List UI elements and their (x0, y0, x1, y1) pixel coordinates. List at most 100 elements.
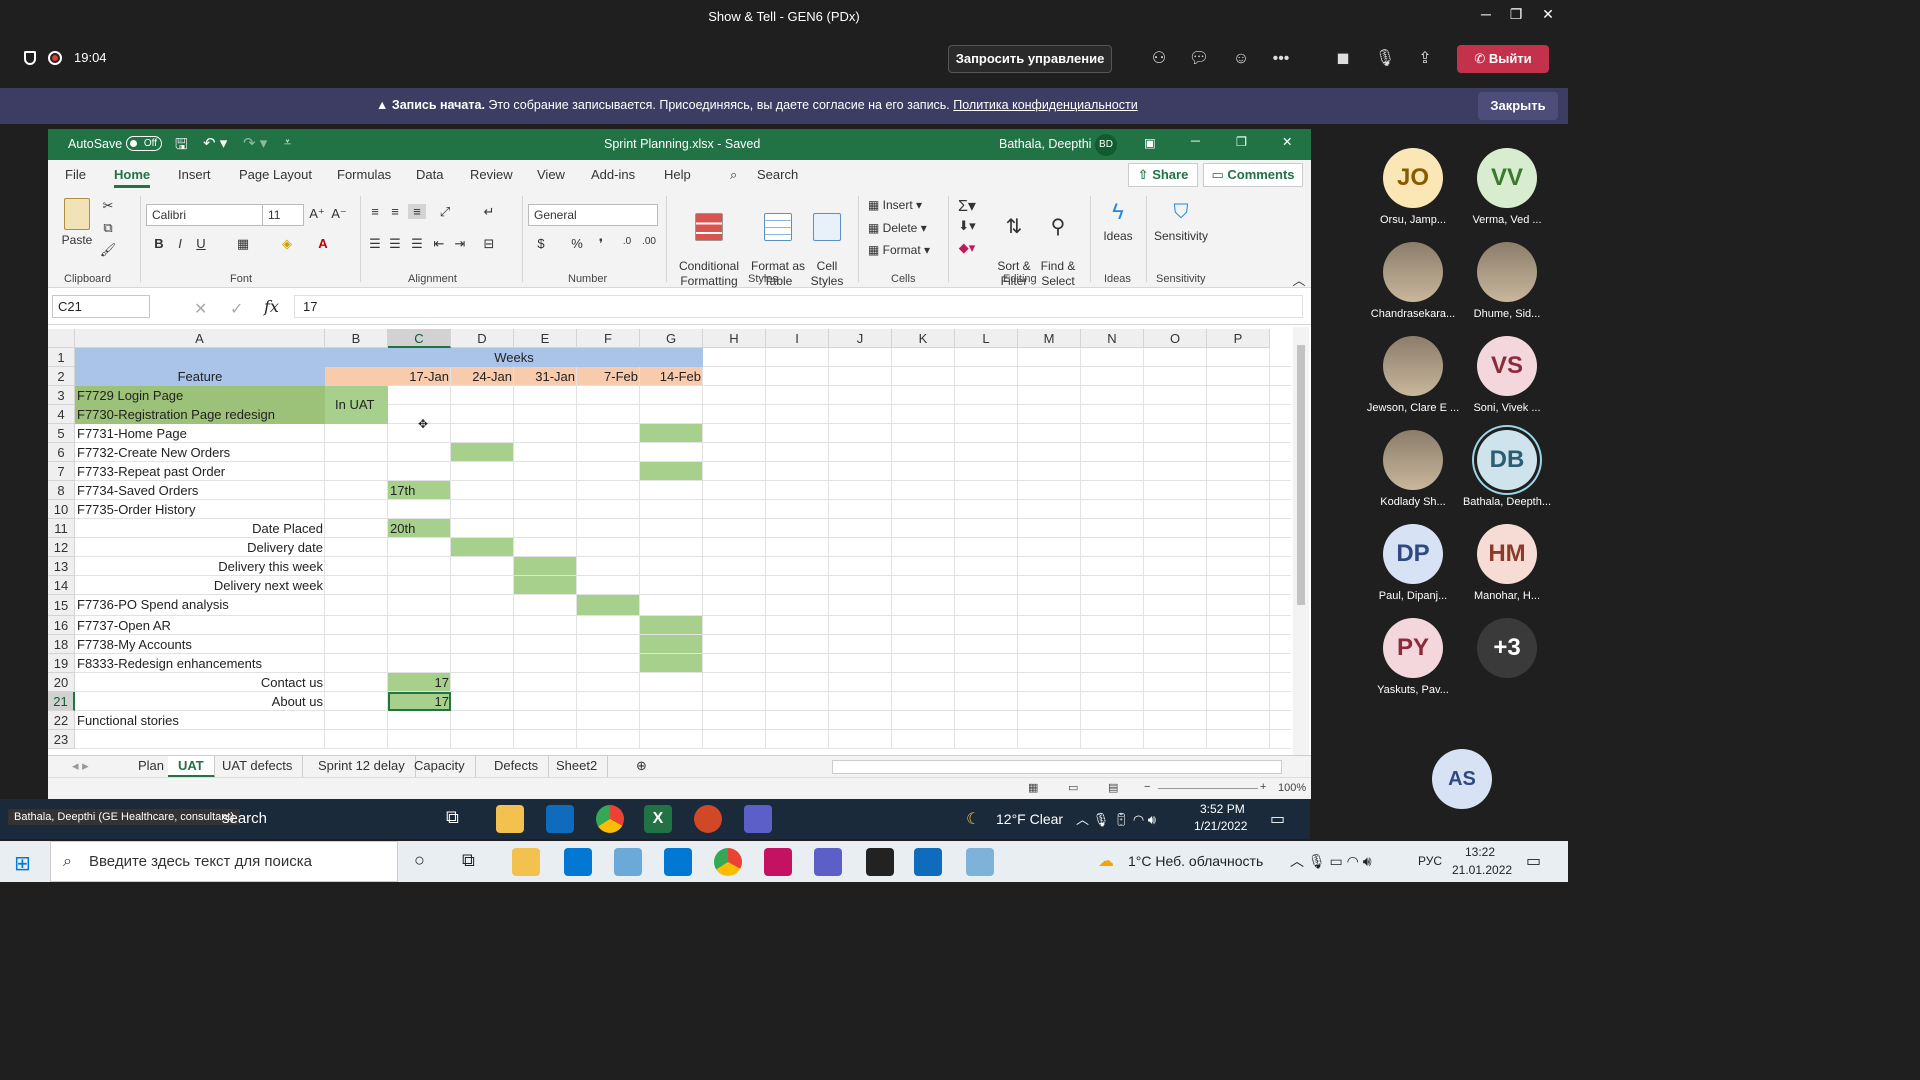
cell-e22[interactable] (514, 711, 577, 730)
cell-f15[interactable] (577, 595, 640, 616)
cell-b5[interactable] (325, 424, 388, 443)
font-color-icon[interactable]: A (314, 236, 332, 251)
decrease-font-icon[interactable]: A⁻ (330, 206, 348, 222)
cell-b16[interactable] (325, 616, 388, 635)
customize-qat-icon[interactable]: ⩡ (284, 135, 291, 150)
row-header[interactable]: 7 (48, 462, 75, 481)
conditional-formatting-button[interactable]: Conditional Formatting (674, 198, 744, 289)
row-header[interactable]: 3 (48, 386, 75, 405)
tab-add-ins[interactable]: Add-ins (591, 167, 635, 182)
participant-tile[interactable]: VS Soni, Vivek ... (1460, 336, 1554, 414)
row-header[interactable]: 14 (48, 576, 75, 595)
cell-d5[interactable] (451, 424, 514, 443)
cell-d22[interactable] (451, 711, 514, 730)
cell-f4[interactable] (577, 405, 640, 424)
cell-b23[interactable] (325, 730, 388, 749)
windows-start-icon[interactable]: ⊞ (14, 851, 31, 876)
font-size-combo[interactable]: 11 (262, 204, 304, 226)
tab-file[interactable]: File (65, 167, 86, 182)
decrease-indent-icon[interactable]: ⇤ (430, 236, 448, 252)
cell-a5[interactable]: F7731-Home Page (75, 424, 325, 443)
delete-cells-button[interactable]: ▦ Delete ▾ (868, 221, 927, 236)
column-header[interactable]: J (829, 329, 892, 348)
insert-function-icon[interactable]: fx (264, 297, 279, 316)
cell-g23[interactable] (640, 730, 703, 749)
cell-c13[interactable] (388, 557, 451, 576)
sensitivity-button[interactable]: ⛉ Sensitivity (1150, 198, 1212, 244)
notifications-icon[interactable]: ▭ (1526, 851, 1541, 871)
cell-d12[interactable] (451, 538, 514, 557)
shared-date[interactable]: 1/21/2022 (1194, 819, 1247, 833)
file-explorer-icon[interactable] (496, 805, 524, 833)
cell-f6[interactable] (577, 443, 640, 462)
prev-sheet-icon[interactable]: ◂ ▸ (62, 756, 99, 778)
name-box[interactable]: C21 (52, 295, 150, 318)
cell-f2[interactable]: 7-Feb (577, 367, 640, 386)
column-header[interactable]: F (577, 329, 640, 348)
cell-b6[interactable] (325, 443, 388, 462)
find-select-button[interactable]: ⚲ Find & Select (1036, 198, 1080, 289)
column-header[interactable]: M (1018, 329, 1081, 348)
ribbon-display-icon[interactable]: ▣ (1144, 135, 1156, 150)
chrome-icon[interactable] (596, 805, 624, 833)
cell-a1[interactable] (75, 348, 325, 367)
cell-a22[interactable]: Functional stories (75, 711, 325, 730)
participant-tile[interactable]: PY Yaskuts, Pav... (1366, 618, 1460, 696)
bold-icon[interactable]: B (150, 236, 168, 251)
cell-a21[interactable]: About us (75, 692, 325, 711)
row-header[interactable]: 2 (48, 367, 75, 386)
zoom-level[interactable]: 100% (1278, 782, 1306, 794)
cell-e12[interactable] (514, 538, 577, 557)
cell-a19[interactable]: F8333-Redesign enhancements (75, 654, 325, 673)
number-format-combo[interactable]: General (528, 204, 658, 226)
cell-d16[interactable] (451, 616, 514, 635)
shared-weather[interactable]: 12°F Clear (996, 811, 1063, 827)
participant-tile[interactable]: JO Orsu, Jamp... (1366, 148, 1460, 226)
cell-f8[interactable] (577, 481, 640, 500)
row-header[interactable]: 20 (48, 673, 75, 692)
sheet-tab[interactable]: UAT (168, 756, 215, 778)
os-weather[interactable]: 1°C Неб. облачность (1128, 853, 1263, 869)
cell-b22[interactable] (325, 711, 388, 730)
worksheet-grid[interactable]: A B C D E F G H I J K L M N O P 1 Weeks 2 Feature 17-Jan 24-J… (48, 325, 1291, 755)
autosave-toggle[interactable]: Off (126, 136, 162, 151)
user-name[interactable]: Bathala, Deepthi (999, 137, 1091, 151)
cell-g21[interactable] (640, 692, 703, 711)
cell-e11[interactable] (514, 519, 577, 538)
insert-cells-button[interactable]: ▦ Insert ▾ (868, 198, 922, 213)
cell-b13[interactable] (325, 557, 388, 576)
ideas-button[interactable]: ϟ Ideas (1098, 198, 1138, 244)
cell-c18[interactable] (388, 635, 451, 654)
user-avatar[interactable]: BD (1095, 134, 1117, 156)
cell-e14[interactable] (514, 576, 577, 595)
cell-b21[interactable] (325, 692, 388, 711)
cell-c21[interactable]: 17 (388, 692, 451, 711)
column-header[interactable]: E (514, 329, 577, 348)
cell-g6[interactable] (640, 443, 703, 462)
collapse-ribbon-icon[interactable]: ︿ (1290, 270, 1308, 289)
search-icon[interactable]: ⌕ (730, 167, 737, 183)
cell-e2[interactable]: 31-Jan (514, 367, 577, 386)
cell-b18[interactable] (325, 635, 388, 654)
os-search-box[interactable]: ⌕ Введите здесь текст для поиска (50, 841, 398, 882)
decrease-decimal-icon[interactable]: .00 (640, 236, 658, 247)
column-header[interactable]: I (766, 329, 829, 348)
cell-d10[interactable] (451, 500, 514, 519)
save-icon[interactable]: 🖫 (175, 134, 188, 159)
cell-c14[interactable] (388, 576, 451, 595)
tab-view[interactable]: View (537, 167, 565, 182)
cell-b7[interactable] (325, 462, 388, 481)
cell-c11[interactable]: 20th (388, 519, 451, 538)
cell-a2[interactable]: Feature (75, 367, 325, 386)
participant-tile[interactable]: VV Verma, Ved ... (1460, 148, 1554, 226)
cell-a6[interactable]: F7732-Create New Orders (75, 443, 325, 462)
cell-f16[interactable] (577, 616, 640, 635)
cortana-icon[interactable]: ○ (414, 850, 425, 871)
row-header[interactable]: 23 (48, 730, 75, 749)
cell-e19[interactable] (514, 654, 577, 673)
cell-f7[interactable] (577, 462, 640, 481)
teams-icon[interactable] (744, 805, 772, 833)
row-header[interactable]: 4 (48, 405, 75, 424)
italic-icon[interactable]: I (171, 236, 189, 251)
column-header[interactable]: O (1144, 329, 1207, 348)
